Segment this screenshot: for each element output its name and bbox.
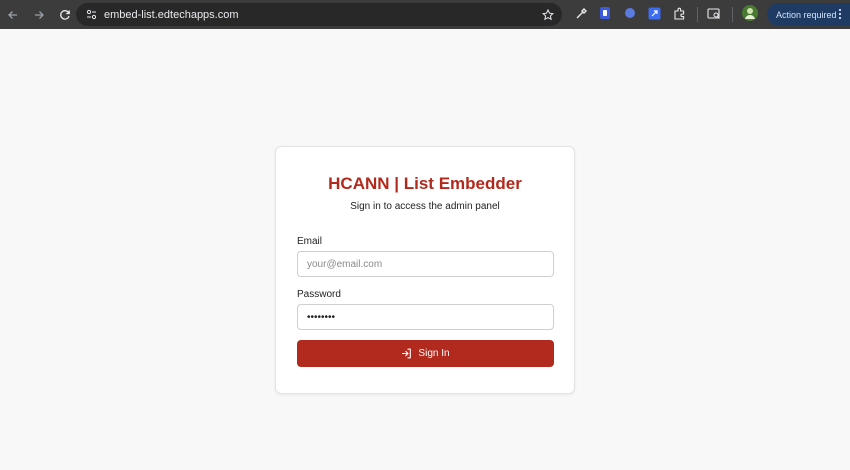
link-extension-icon[interactable] bbox=[647, 6, 661, 20]
password-field[interactable] bbox=[297, 304, 554, 330]
eyedropper-extension-icon[interactable] bbox=[574, 6, 588, 20]
action-required-button[interactable]: Action required bbox=[767, 3, 850, 26]
login-card: HCANN | List Embedder Sign in to access … bbox=[275, 146, 575, 394]
arrow-right-icon bbox=[35, 10, 44, 19]
toolbar-divider bbox=[697, 7, 698, 22]
site-info-button[interactable] bbox=[80, 9, 102, 20]
sign-in-button[interactable]: Sign In bbox=[297, 340, 554, 367]
arrow-left-icon bbox=[8, 10, 17, 19]
bookmark-star-icon[interactable] bbox=[541, 8, 555, 26]
profile-avatar[interactable] bbox=[742, 5, 758, 21]
reload-button[interactable] bbox=[52, 0, 78, 29]
tune-icon bbox=[86, 9, 96, 20]
page-subtitle: Sign in to access the admin panel bbox=[350, 201, 500, 212]
email-field[interactable] bbox=[297, 251, 554, 277]
sign-in-label: Sign In bbox=[418, 348, 450, 359]
forward-button[interactable] bbox=[26, 0, 52, 29]
email-label: Email bbox=[297, 236, 323, 247]
address-bar[interactable]: embed-list.edtechapps.com bbox=[76, 3, 562, 26]
password-label: Password bbox=[297, 289, 341, 300]
reload-icon bbox=[60, 9, 70, 20]
circle-extension-icon[interactable] bbox=[623, 6, 637, 20]
shield-extension-icon[interactable] bbox=[598, 6, 612, 20]
action-required-label: Action required bbox=[776, 9, 837, 20]
browser-toolbar: embed-list.edtechapps.com Action require… bbox=[0, 0, 850, 29]
page-title: HCANN | List Embedder bbox=[328, 174, 522, 193]
more-vert-icon[interactable] bbox=[838, 8, 842, 22]
url-text: embed-list.edtechapps.com bbox=[104, 8, 239, 21]
toolbar-divider bbox=[732, 7, 733, 22]
extensions-puzzle-icon[interactable] bbox=[672, 6, 686, 20]
back-button[interactable] bbox=[0, 0, 26, 29]
tab-search-icon[interactable] bbox=[707, 6, 721, 20]
login-icon bbox=[402, 348, 412, 359]
